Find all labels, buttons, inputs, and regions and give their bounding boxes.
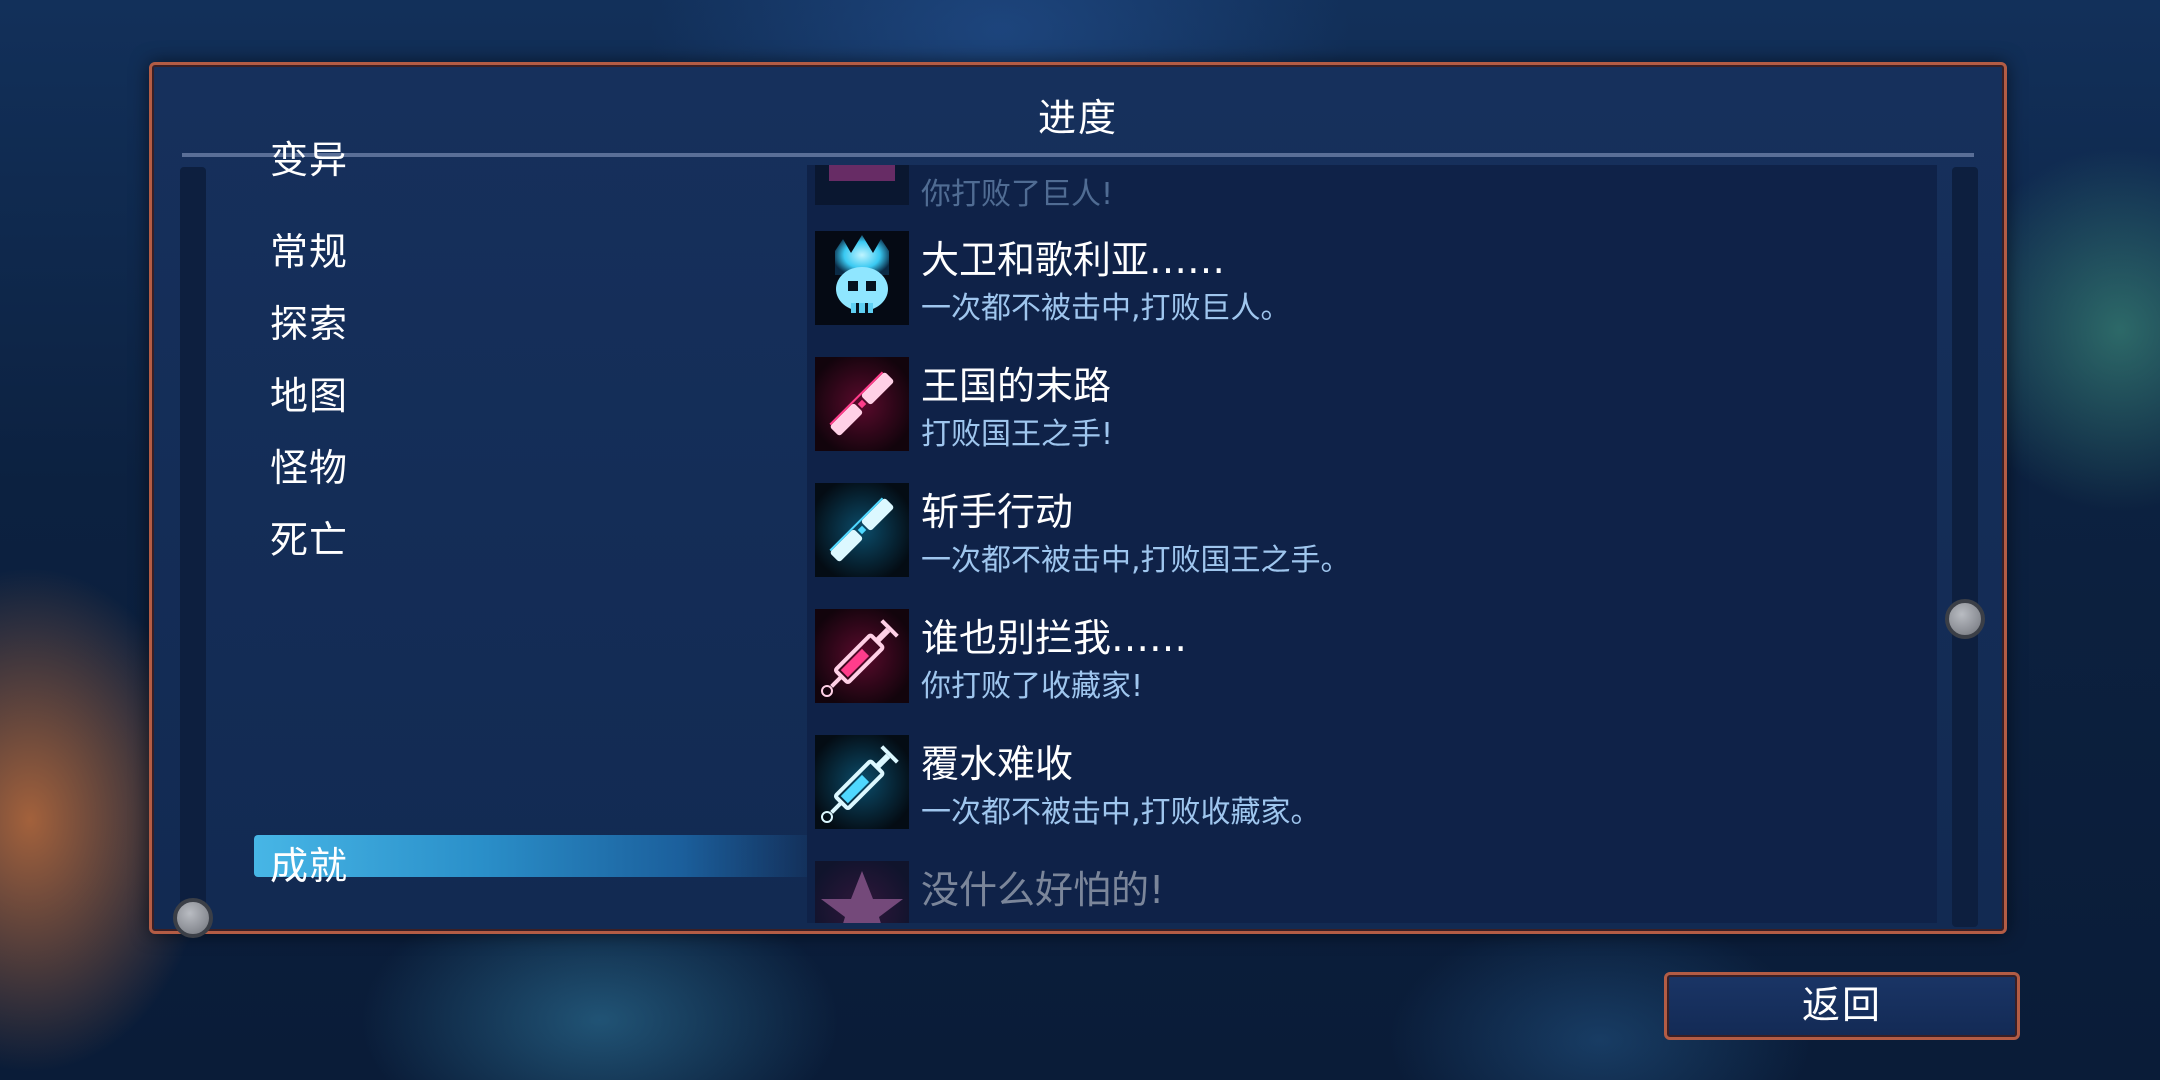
category-general[interactable]: 常规 [270,221,348,276]
panel-title: 进度 [1037,96,1118,140]
syringe-icon [815,735,909,829]
achievement-item[interactable]: 大卫和歌利亚…… 一次都不被击中,打败巨人。 [807,225,1907,345]
syringe-icon [815,609,909,703]
achievement-description: 打败国王之手! [921,417,1114,452]
back-button[interactable]: 返回 [1664,972,2020,1040]
category-exploration[interactable]: 探索 [270,293,348,348]
achievement-description: 你打败了巨人! [921,177,1114,212]
category-scroll-handle[interactable] [173,898,213,938]
achievement-title: 覆水难收 [921,742,1074,786]
achievement-item[interactable]: 没什么好怕的! [807,855,1907,923]
category-mutations[interactable]: 变异 [270,129,348,184]
achievement-title: 斩手行动 [921,490,1074,534]
achievement-description: 一次都不被击中,打败收藏家。 [921,795,1321,830]
category-map[interactable]: 地图 [270,365,348,420]
achievement-description: 一次都不被击中,打败巨人。 [921,291,1291,326]
sword-icon [815,357,909,451]
achievement-title: 没什么好怕的! [921,868,1165,912]
achievement-scroll-handle[interactable] [1945,599,1985,639]
achievement-item[interactable]: 覆水难收 一次都不被击中,打败收藏家。 [807,729,1907,849]
achievement-item[interactable]: 斩手行动 一次都不被击中,打败国王之手。 [807,477,1907,597]
achievement-item[interactable]: 王国的末路 打败国王之手! [807,351,1907,471]
achievement-list[interactable]: 你打败了巨人! 大卫和歌利亚…… 一次都不被击中,打败巨人。 王国的末路 打败国… [807,165,1937,923]
achievement-title: 大卫和歌利亚…… [921,238,1226,282]
achievement-scrollbar[interactable] [1952,167,1978,927]
skull-crown-icon [815,231,909,325]
star-icon [815,861,909,923]
achievement-item[interactable]: 谁也别拦我…… 你打败了收藏家! [807,603,1907,723]
sword-icon [815,483,909,577]
achievement-title: 谁也别拦我…… [921,616,1188,660]
achievement-title: 王国的末路 [921,364,1112,408]
boss-icon [815,165,909,205]
game-screen: 进度 变异 常规 探索 地图 怪物 死亡 成就 你打败了巨人! 大卫和歌利亚……… [0,0,2160,1080]
achievement-description: 一次都不被击中,打败国王之手。 [921,543,1351,578]
category-deaths[interactable]: 死亡 [270,509,348,564]
achievement-item[interactable]: 你打败了巨人! [807,165,1907,225]
progress-panel: 进度 变异 常规 探索 地图 怪物 死亡 成就 你打败了巨人! 大卫和歌利亚……… [149,62,2007,938]
category-monsters[interactable]: 怪物 [270,437,348,492]
category-scrollbar[interactable] [180,167,206,927]
category-achievements[interactable]: 成就 [270,835,348,890]
title-divider [182,153,1974,157]
achievement-description: 你打败了收藏家! [921,669,1144,704]
